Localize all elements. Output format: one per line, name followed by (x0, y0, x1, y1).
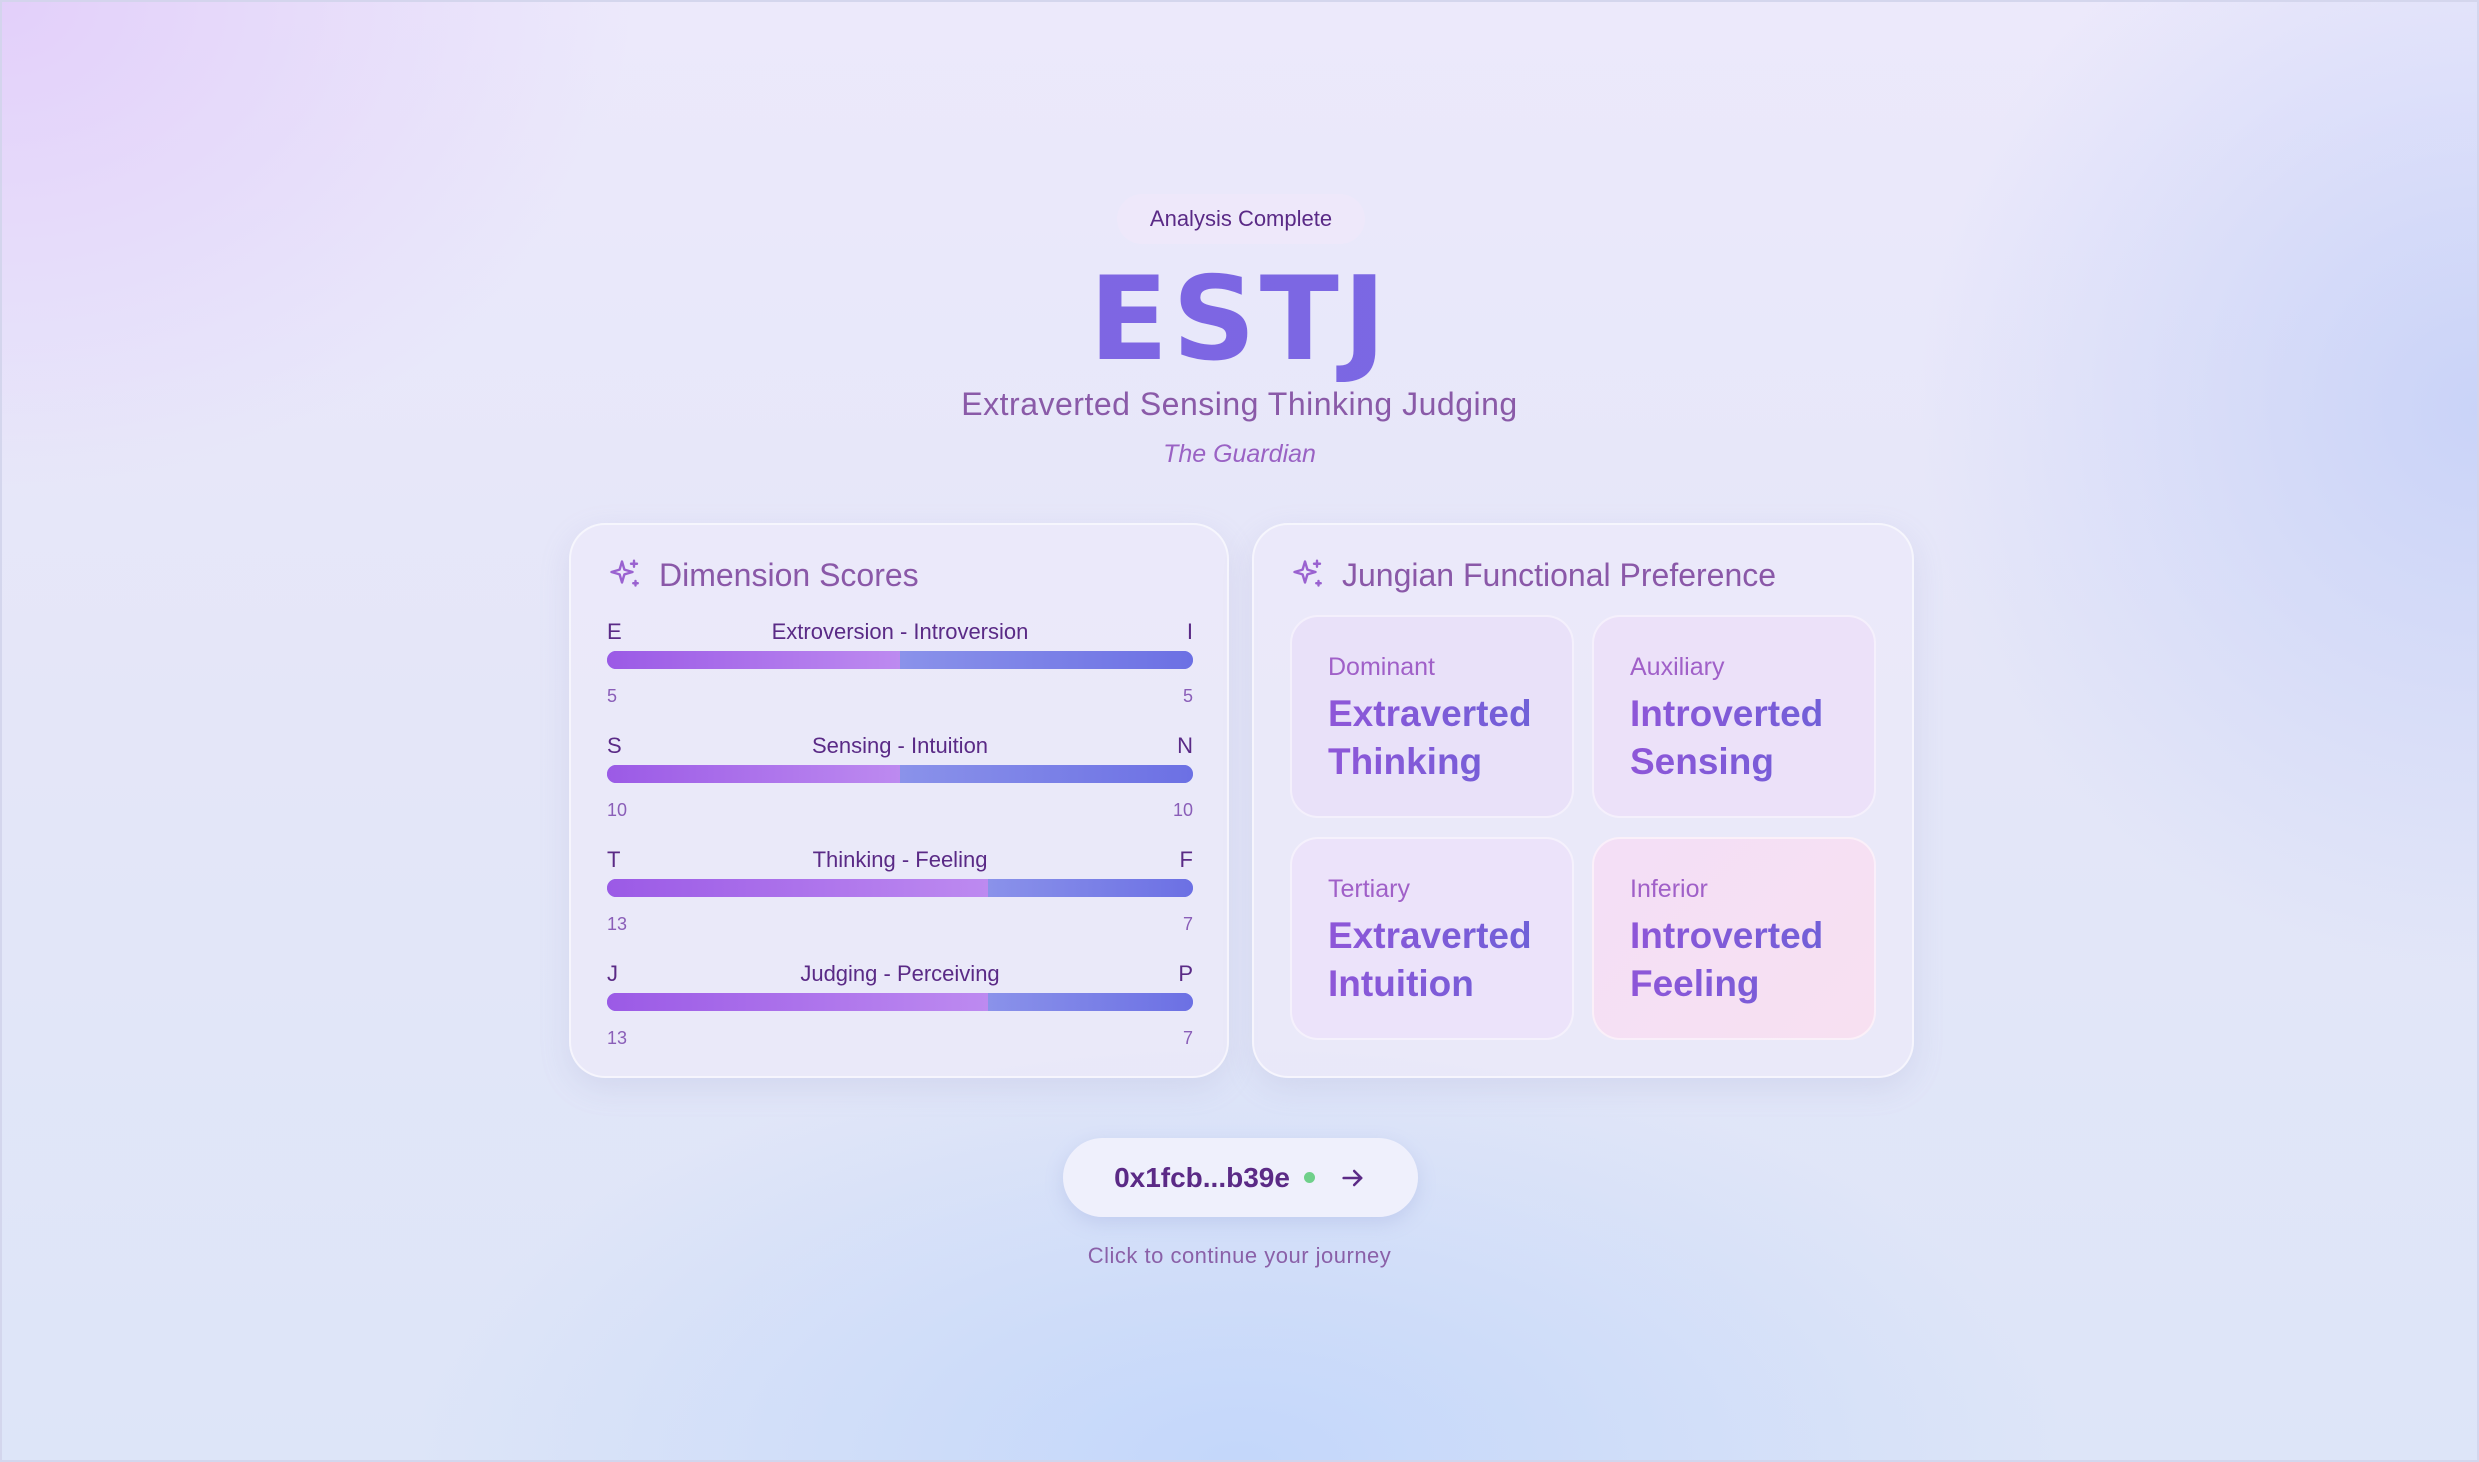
dimension-bar-right-fill (987, 879, 1193, 897)
dimension-right-letter: F (1179, 847, 1193, 872)
dimension-right-letter: N (1177, 733, 1193, 758)
dimension-scores-header: Dimension Scores (607, 553, 919, 597)
dimension-score-bar (607, 993, 1193, 1011)
dimension-right-score: 7 (1182, 1028, 1193, 1048)
personality-type-full-name: Extraverted Sensing Thinking Judging (961, 386, 1518, 422)
dimension-left-score: 5 (607, 686, 618, 706)
sparkles-icon (610, 559, 639, 587)
dimension-bar-right-fill (900, 651, 1193, 669)
personality-nickname: The Guardian (1163, 440, 1316, 468)
dominant-function-tile: Dominant Extraverted Thinking (1290, 615, 1574, 818)
function-name-line1: Introverted (1630, 690, 1874, 738)
dimension-right-score: 5 (1182, 686, 1193, 706)
dimension-bar-left-fill (607, 651, 900, 669)
dimension-right-score: 7 (1182, 914, 1193, 934)
dimension-right-letter: I (1186, 619, 1193, 644)
sparkles-icon (1293, 559, 1322, 587)
tertiary-function-tile: Tertiary Extraverted Intuition (1290, 837, 1574, 1040)
dimension-label: Thinking - Feeling (812, 847, 988, 872)
status-badge: Analysis Complete (1117, 194, 1365, 244)
function-name-line1: Extraverted (1328, 912, 1572, 960)
dimension-bar-right-fill (900, 765, 1193, 783)
function-name-line2: Sensing (1630, 738, 1874, 786)
dimension-label: Extroversion - Introversion (771, 619, 1029, 644)
function-role-label: Dominant (1328, 653, 1435, 681)
dimension-bar-left-fill (607, 993, 988, 1011)
dimension-row-jp: J Judging - Perceiving P 13 7 (607, 961, 1193, 1071)
arrow-right-icon (1342, 1169, 1363, 1186)
function-name-line2: Feeling (1630, 960, 1874, 1008)
dimension-scores-title: Dimension Scores (659, 556, 919, 593)
function-role-label: Tertiary (1328, 875, 1410, 903)
dimension-row-tf: T Thinking - Feeling F 13 7 (607, 847, 1193, 957)
function-name-line1: Extraverted (1328, 690, 1572, 738)
function-role-label: Inferior (1630, 875, 1708, 903)
dimension-left-score: 13 (607, 1028, 628, 1048)
dimension-right-letter: P (1178, 961, 1193, 986)
dimension-bar-left-fill (607, 765, 900, 783)
jungian-functions-card: Jungian Functional Preference Dominant E… (1252, 523, 1914, 1078)
jungian-functions-header: Jungian Functional Preference (1290, 553, 1776, 597)
connection-status-dot (1303, 1172, 1315, 1183)
wallet-continue-button[interactable]: 0x1fcb...b39e (1063, 1138, 1418, 1217)
dimension-scores-card: Dimension Scores E Extroversion - Introv… (569, 523, 1229, 1078)
dimension-label: Judging - Perceiving (800, 961, 1000, 986)
dimension-row-sn: S Sensing - Intuition N 10 10 (607, 733, 1193, 843)
dimension-label: Sensing - Intuition (811, 733, 989, 758)
personality-type-code: ESTJ (0, 255, 2479, 385)
continue-hint: Click to continue your journey (1087, 1243, 1392, 1268)
wallet-address: 0x1fcb...b39e (1114, 1161, 1290, 1193)
dimension-left-score: 10 (607, 800, 628, 820)
function-name-line2: Intuition (1328, 960, 1572, 1008)
jungian-functions-title: Jungian Functional Preference (1342, 556, 1777, 593)
dimension-bar-left-fill (607, 879, 988, 897)
function-role-label: Auxiliary (1630, 653, 1725, 681)
dimension-score-bar (607, 651, 1193, 669)
dimension-row-ei: E Extroversion - Introversion I 5 5 (607, 619, 1193, 729)
dimension-left-score: 13 (607, 914, 628, 934)
function-name-line2: Thinking (1328, 738, 1572, 786)
dimension-right-score: 10 (1172, 800, 1193, 820)
inferior-function-tile: Inferior Introverted Feeling (1592, 837, 1876, 1040)
dimension-bar-right-fill (987, 993, 1193, 1011)
auxiliary-function-tile: Auxiliary Introverted Sensing (1592, 615, 1876, 818)
dimension-score-bar (607, 765, 1193, 783)
dimension-score-bar (607, 879, 1193, 897)
function-name-line1: Introverted (1630, 912, 1874, 960)
